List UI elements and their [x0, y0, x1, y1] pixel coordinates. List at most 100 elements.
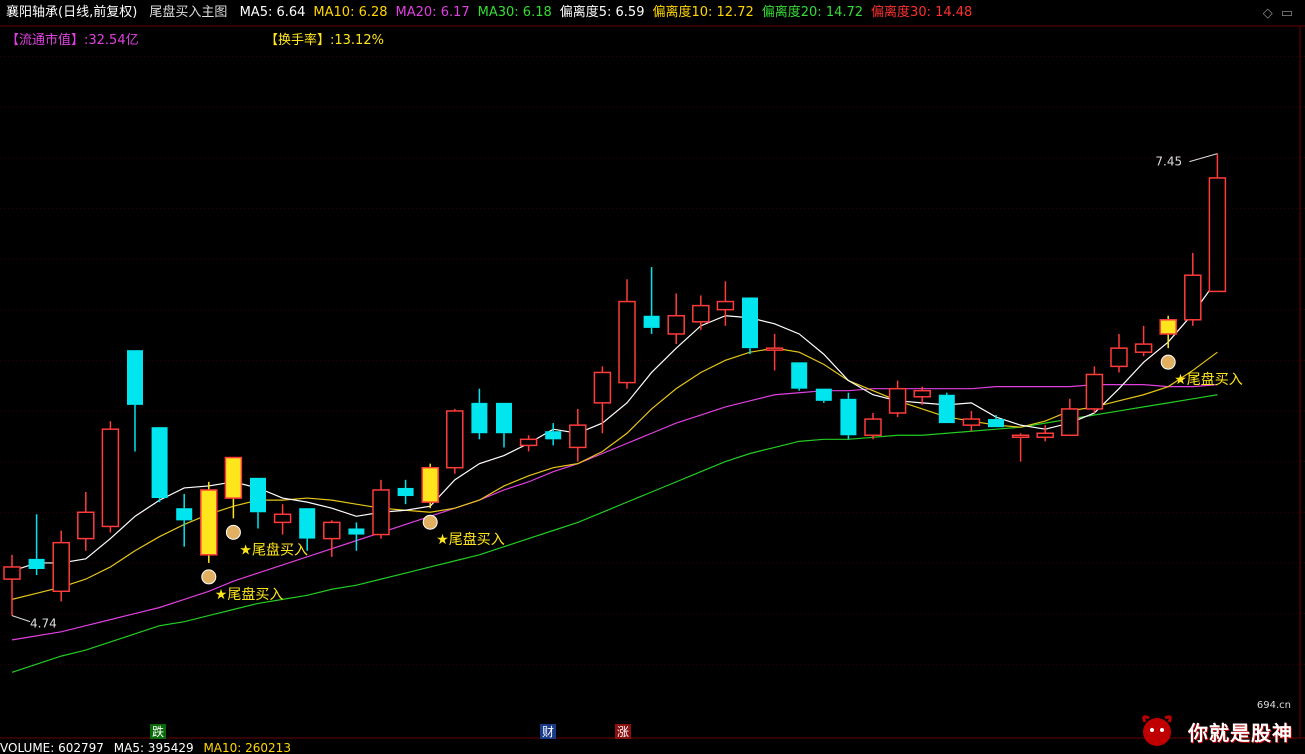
- candle: [864, 412, 882, 440]
- candle: [716, 281, 735, 326]
- candle-body: [840, 398, 857, 436]
- max-price-label: 7.45: [1155, 155, 1182, 169]
- signal-label: ★尾盘买入: [215, 586, 284, 603]
- candle: [323, 520, 341, 557]
- stock-title[interactable]: 襄阳轴承(日线,前复权): [6, 0, 137, 26]
- candle-body: [618, 300, 636, 384]
- candle-body: [864, 418, 882, 437]
- candle: [569, 408, 587, 462]
- candle-body: [397, 487, 414, 497]
- candle: [471, 388, 488, 440]
- candle-body: [348, 528, 365, 535]
- candle: [1061, 398, 1079, 437]
- candle: [593, 366, 612, 434]
- candle-body: [1208, 177, 1227, 293]
- candle-body: [52, 541, 70, 593]
- candle: [1184, 252, 1202, 326]
- candle: [446, 408, 464, 474]
- candle-body: [569, 424, 587, 449]
- market-cap-label: 【流通市值】:32.54亿: [6, 33, 139, 48]
- header-item-3: MA30: 6.18: [477, 5, 552, 20]
- candle-body: [988, 419, 1004, 428]
- candle: [667, 293, 685, 345]
- candle: [840, 392, 857, 440]
- candle: [496, 402, 512, 448]
- diamond-icon[interactable]: ◇: [1263, 6, 1273, 21]
- turnover-label: 【换手率】:13.12%: [265, 33, 384, 48]
- candle-body: [519, 438, 538, 447]
- candle: [348, 522, 365, 551]
- candle-body: [765, 347, 784, 351]
- candle-body: [791, 362, 808, 389]
- candle: [1085, 366, 1104, 413]
- candle: [273, 504, 292, 535]
- indicator-name[interactable]: 尾盘买入主图: [149, 0, 227, 26]
- marker-cai: 财: [542, 725, 554, 739]
- candle-body: [224, 456, 243, 499]
- candle: [742, 297, 758, 355]
- candle-body: [815, 388, 832, 401]
- candle-body: [913, 389, 931, 398]
- candle: [545, 423, 562, 446]
- candle-body: [496, 402, 512, 434]
- candle-body: [127, 350, 143, 405]
- marker-zhang: 涨: [617, 724, 629, 739]
- volume-ma5: MA5: 395429: [113, 742, 194, 754]
- money-bag-icon: [422, 514, 438, 530]
- candle-body: [1085, 373, 1104, 410]
- volume-ma10: MA10: 260213: [203, 742, 291, 754]
- candle: [1011, 433, 1030, 462]
- candle: [28, 514, 45, 576]
- expand-icon[interactable]: ▭: [1281, 6, 1293, 21]
- candle: [397, 479, 414, 505]
- candle: [224, 456, 243, 519]
- bull-logo-icon: [1142, 715, 1172, 746]
- candle: [1110, 333, 1128, 373]
- candle-body: [742, 297, 758, 349]
- candle: [815, 388, 832, 403]
- candle-body: [1110, 347, 1128, 368]
- watermark: 694.cn 你就是股神: [1142, 700, 1295, 748]
- candle: [176, 494, 193, 547]
- candle-body: [372, 489, 390, 536]
- candle-body: [593, 371, 612, 404]
- candle: [643, 267, 660, 334]
- candle-body: [250, 477, 266, 513]
- header-item-1: MA10: 6.28: [313, 5, 388, 20]
- header-item-0: MA5: 6.64: [239, 5, 306, 20]
- candle-body: [176, 508, 193, 521]
- candle-body: [716, 300, 735, 311]
- watermark-site: 694.cn: [1256, 700, 1291, 711]
- price-annotations: 7.45 4.74 跌 财 涨: [11, 153, 1218, 739]
- candle-body: [421, 466, 439, 503]
- candle: [692, 295, 710, 330]
- candle: [101, 421, 120, 533]
- candle: [151, 427, 168, 503]
- candle-body: [888, 387, 907, 414]
- candle-body: [1036, 432, 1054, 439]
- candle-body: [471, 402, 488, 434]
- candle-body: [299, 508, 316, 539]
- candle-body: [1184, 274, 1202, 321]
- candle: [250, 477, 266, 529]
- candle: [421, 463, 439, 509]
- candle-body: [1011, 434, 1030, 439]
- candle-body: [545, 431, 562, 440]
- candle-body: [1134, 343, 1153, 353]
- candle: [372, 479, 390, 539]
- header-item-2: MA20: 6.17: [395, 5, 470, 20]
- price-chart[interactable]: ★尾盘买入 ★尾盘买入 ★尾盘买入 ★尾盘买入 7.45 4.74 跌 财 涨: [0, 0, 1305, 754]
- indicator-header: 襄阳轴承(日线,前复权) 尾盘买入主图 MA5: 6.64 MA10: 6.28 M…: [0, 0, 1305, 26]
- candle: [938, 392, 955, 424]
- watermark-text: 你就是股神: [1188, 721, 1293, 745]
- candle-body: [1159, 319, 1177, 335]
- signal-label: ★尾盘买入: [436, 531, 505, 548]
- candle: [962, 410, 981, 432]
- candle-body: [643, 315, 660, 328]
- window-controls: ◇ ▭: [1255, 6, 1293, 21]
- candle: [77, 492, 95, 551]
- ma10-line: [11, 347, 1218, 600]
- candle: [988, 415, 1004, 428]
- candle-body: [3, 566, 21, 580]
- money-bag-icon: [1160, 354, 1176, 370]
